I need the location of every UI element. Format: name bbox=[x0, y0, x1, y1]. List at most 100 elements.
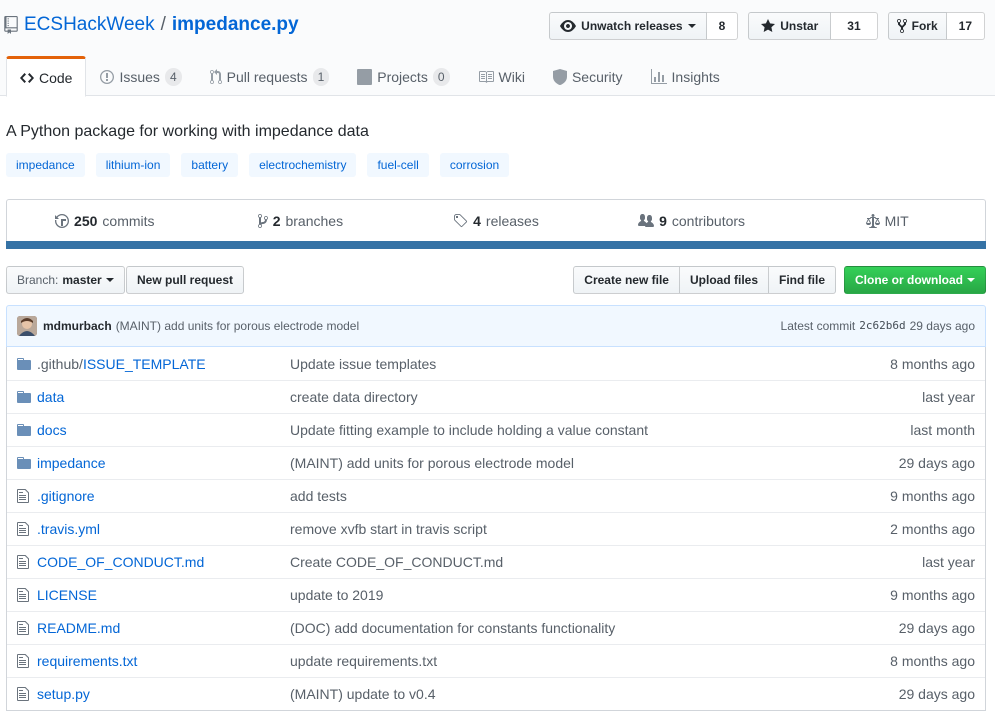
file-name[interactable]: requirements.txt bbox=[37, 653, 137, 669]
file-name[interactable]: README.md bbox=[37, 620, 120, 636]
tab-label: Wiki bbox=[498, 69, 525, 85]
license-label: MIT bbox=[884, 213, 909, 229]
license-link[interactable]: MIT bbox=[789, 200, 985, 242]
topic-tag[interactable]: corrosion bbox=[439, 153, 510, 177]
star-icon bbox=[761, 19, 776, 32]
file-icon bbox=[17, 588, 29, 602]
tab-issues[interactable]: Issues 4 bbox=[86, 56, 195, 96]
commit-author[interactable]: mdmurbach bbox=[43, 319, 112, 333]
file-name-link[interactable]: data bbox=[37, 389, 290, 405]
pull-request-icon bbox=[209, 69, 222, 85]
file-commit-age: 9 months ago bbox=[890, 587, 975, 603]
file-name[interactable]: data bbox=[37, 389, 64, 405]
file-name-link[interactable]: .gitignore bbox=[37, 488, 290, 504]
tab-label: Projects bbox=[377, 69, 428, 85]
tab-pull-requests[interactable]: Pull requests 1 bbox=[196, 56, 344, 96]
fork-label: Fork bbox=[911, 19, 938, 33]
star-label: Unstar bbox=[780, 19, 819, 33]
fork-icon bbox=[896, 18, 907, 34]
topic-tag[interactable]: lithium-ion bbox=[95, 153, 171, 177]
repo-owner-link[interactable]: ECSHackWeek bbox=[24, 14, 155, 36]
file-commit-age: 29 days ago bbox=[898, 686, 975, 702]
tab-wiki[interactable]: Wiki bbox=[464, 56, 539, 96]
file-commit-message[interactable]: remove xvfb start in travis script bbox=[290, 521, 825, 537]
repo-icon bbox=[4, 16, 18, 34]
file-type-icon bbox=[7, 356, 37, 372]
avatar-image bbox=[17, 316, 37, 336]
topic-tag[interactable]: impedance bbox=[6, 153, 85, 177]
file-name-link[interactable]: CODE_OF_CONDUCT.md bbox=[37, 554, 290, 570]
clone-or-download-button[interactable]: Clone or download bbox=[844, 266, 986, 294]
file-name[interactable]: .gitignore bbox=[37, 488, 95, 504]
file-commit-message[interactable]: create data directory bbox=[290, 389, 825, 405]
new-pull-request-button[interactable]: New pull request bbox=[126, 266, 245, 294]
file-name[interactable]: CODE_OF_CONDUCT.md bbox=[37, 554, 204, 570]
file-name[interactable]: LICENSE bbox=[37, 587, 97, 603]
file-commit-message[interactable]: Update fitting example to include holdin… bbox=[290, 422, 825, 438]
file-name[interactable]: ISSUE_TEMPLATE bbox=[83, 356, 206, 372]
file-path-prefix[interactable]: .github/ bbox=[37, 356, 83, 372]
create-new-file-button[interactable]: Create new file bbox=[573, 266, 680, 294]
file-commit-message[interactable]: update to 2019 bbox=[290, 587, 825, 603]
topic-tag[interactable]: fuel-cell bbox=[367, 153, 429, 177]
file-commit-message[interactable]: Create CODE_OF_CONDUCT.md bbox=[290, 554, 825, 570]
topic-tag[interactable]: battery bbox=[181, 153, 239, 177]
tab-label: Code bbox=[39, 69, 73, 86]
releases-link[interactable]: 4 releases bbox=[398, 200, 594, 242]
contributors-link[interactable]: 9 contributors bbox=[594, 200, 790, 242]
repo-title-separator: / bbox=[160, 14, 166, 35]
file-name-link[interactable]: setup.py bbox=[37, 686, 290, 702]
file-commit-message[interactable]: add tests bbox=[290, 488, 825, 504]
tab-code[interactable]: Code bbox=[6, 56, 87, 97]
watch-count[interactable]: 8 bbox=[706, 12, 739, 40]
commit-message[interactable]: (MAINT) add units for porous electrode m… bbox=[116, 319, 359, 333]
file-commit-message[interactable]: update requirements.txt bbox=[290, 653, 825, 669]
file-row: README.md (DOC) add documentation for con… bbox=[7, 611, 985, 644]
file-name[interactable]: impedance bbox=[37, 455, 106, 471]
file-commit-age: 29 days ago bbox=[898, 455, 975, 471]
fork-button[interactable]: Fork bbox=[887, 12, 947, 40]
file-commit-message[interactable]: (MAINT) update to v0.4 bbox=[290, 686, 825, 702]
file-type-icon bbox=[7, 686, 37, 702]
commits-link[interactable]: 250 commits bbox=[7, 200, 203, 242]
unstar-button[interactable]: Unstar bbox=[748, 12, 832, 40]
tab-insights[interactable]: Insights bbox=[637, 56, 734, 96]
file-type-icon bbox=[7, 389, 37, 405]
commit-sha[interactable]: 2c62b6d bbox=[859, 319, 905, 333]
watch-button[interactable]: Unwatch releases bbox=[549, 12, 707, 40]
code-icon bbox=[20, 72, 34, 83]
file-name-link[interactable]: impedance bbox=[37, 455, 290, 471]
file-name-link[interactable]: requirements.txt bbox=[37, 653, 290, 669]
commit-age: 29 days ago bbox=[909, 319, 975, 333]
file-name-link[interactable]: docs bbox=[37, 422, 290, 438]
file-name-link[interactable]: README.md bbox=[37, 620, 290, 636]
topic-tag[interactable]: electrochemistry bbox=[249, 153, 357, 177]
find-file-button[interactable]: Find file bbox=[768, 266, 836, 294]
file-commit-message[interactable]: (MAINT) add units for porous electrode m… bbox=[290, 455, 825, 471]
contributors-label: contributors bbox=[671, 213, 746, 229]
file-commit-age: 8 months ago bbox=[890, 653, 975, 669]
upload-files-button[interactable]: Upload files bbox=[678, 266, 769, 294]
tab-security[interactable]: Security bbox=[539, 56, 637, 96]
folder-icon bbox=[17, 424, 31, 436]
file-name[interactable]: setup.py bbox=[37, 686, 90, 702]
branch-select-button[interactable]: Branch: master bbox=[6, 266, 125, 294]
file-name[interactable]: .travis.yml bbox=[37, 521, 100, 537]
file-row: .gitignore add tests 9 months ago bbox=[7, 479, 985, 512]
file-icon bbox=[17, 621, 29, 635]
file-name-link[interactable]: .travis.yml bbox=[37, 521, 290, 537]
file-name-link[interactable]: LICENSE bbox=[37, 587, 290, 603]
repo-name-link[interactable]: impedance.py bbox=[172, 14, 299, 36]
tab-projects[interactable]: Projects 0 bbox=[343, 56, 463, 96]
commits-count: 250 bbox=[74, 213, 98, 229]
file-name-link[interactable]: .github/ISSUE_TEMPLATE bbox=[37, 356, 290, 372]
branches-link[interactable]: 2 branches bbox=[203, 200, 399, 242]
file-commit-message[interactable]: (DOC) add documentation for constants fu… bbox=[290, 620, 825, 636]
file-name[interactable]: docs bbox=[37, 422, 67, 438]
star-count[interactable]: 31 bbox=[831, 12, 878, 40]
file-icon bbox=[17, 654, 29, 668]
file-commit-message[interactable]: Update issue templates bbox=[290, 356, 825, 372]
avatar[interactable] bbox=[17, 316, 37, 336]
fork-count[interactable]: 17 bbox=[946, 12, 985, 40]
language-bar[interactable] bbox=[6, 241, 986, 249]
